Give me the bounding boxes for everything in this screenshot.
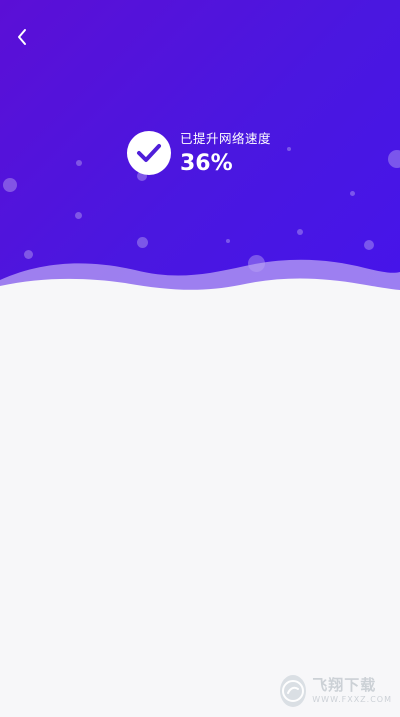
status-text-group: 已提升网络速度 36% — [180, 131, 271, 176]
back-button[interactable] — [10, 26, 36, 52]
speed-boost-screen: 已提升网络速度 36% 飞翔下载 WWW.FXXZ.COM — [0, 0, 400, 717]
wave-divider — [0, 259, 400, 300]
decorative-dot — [76, 160, 82, 166]
decorative-dot — [297, 229, 303, 235]
decorative-dot — [226, 239, 230, 243]
status-percent: 36% — [180, 150, 233, 176]
decorative-dot — [75, 212, 82, 219]
chevron-left-icon — [15, 28, 31, 50]
watermark-sub-text: WWW.FXXZ.COM — [312, 695, 392, 704]
status-label: 已提升网络速度 — [180, 130, 272, 146]
check-circle-icon — [127, 131, 171, 175]
content-area — [0, 300, 400, 717]
watermark: 飞翔下载 WWW.FXXZ.COM — [280, 673, 392, 709]
watermark-texts: 飞翔下载 WWW.FXXZ.COM — [312, 677, 392, 705]
decorative-dot — [137, 237, 148, 248]
boost-status: 已提升网络速度 36% — [127, 123, 271, 183]
circle-logo-icon — [280, 675, 307, 707]
decorative-dot — [3, 178, 17, 192]
boost-header: 已提升网络速度 36% — [0, 0, 400, 300]
decorative-dot — [350, 191, 355, 196]
watermark-main-text: 飞翔下载 — [312, 676, 377, 694]
decorative-dot — [364, 240, 374, 250]
decorative-dot — [388, 150, 400, 168]
decorative-dot — [287, 147, 291, 151]
